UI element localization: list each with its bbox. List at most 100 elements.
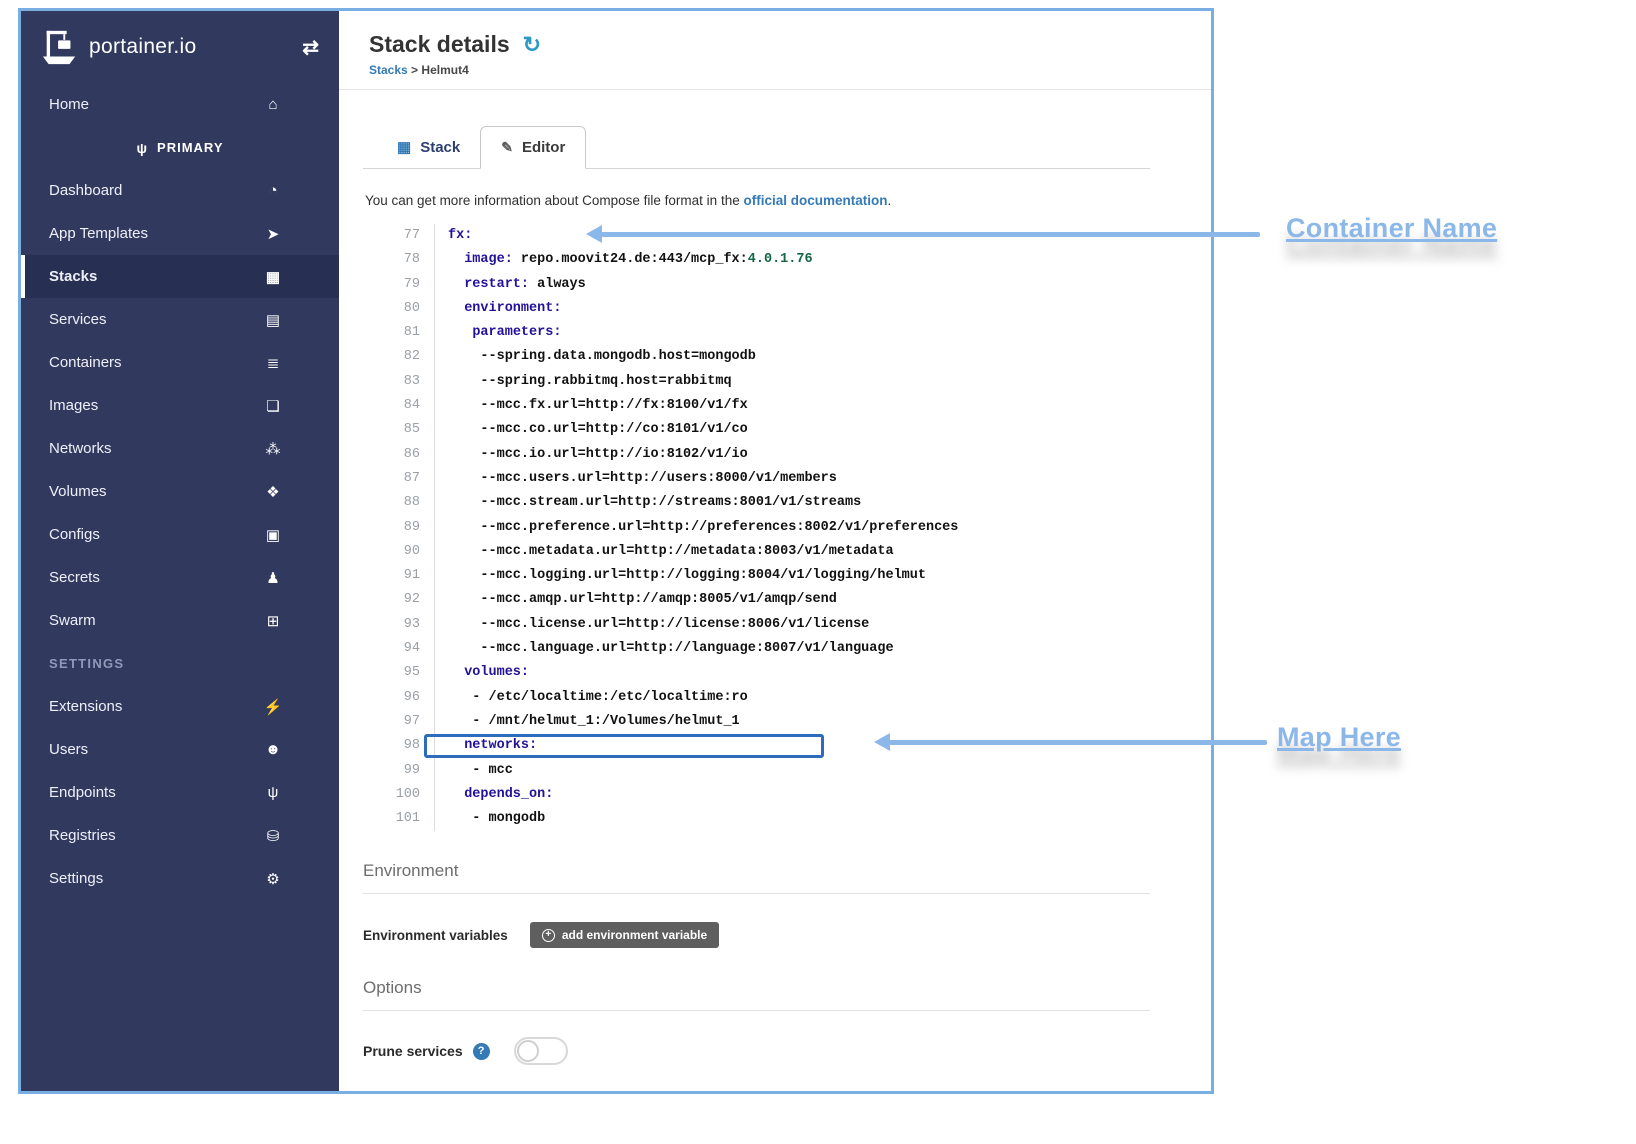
sidebar-item-extensions[interactable]: Extensions⚡ [21,685,339,728]
sidebar-item-users[interactable]: Users ☻ [21,728,339,771]
code-line-91[interactable]: 91 --mcc.logging.url=http://logging:8004… [363,564,1150,588]
sidebar-item-home[interactable]: Home⌂ [21,83,339,126]
sidebar-item-configs[interactable]: Configs▣ [21,513,339,556]
sidebar-item-containers[interactable]: Containers≣ [21,341,339,384]
sidebar-item-images[interactable]: Images❏ [21,384,339,427]
tab-stack-label: Stack [420,139,460,156]
add-environment-variable-button[interactable]: + add environment variable [530,922,719,948]
sidebar-item-label: Endpoints [49,784,116,801]
annotation-map-here: Map Here [1277,722,1401,753]
users-icon: ☻ [261,741,285,758]
sidebar-item-label: Secrets [49,569,100,586]
sidebar-collapse-icon[interactable]: ⇄ [302,35,319,60]
code-line-88[interactable]: 88 --mcc.stream.url=http://streams:8001/… [363,491,1150,515]
sidebar-item-label: Dashboard [49,182,122,199]
question-circle-icon[interactable]: ? [473,1043,490,1060]
code-line-79[interactable]: 79 restart: always [363,273,1150,297]
code-line-86[interactable]: 86 --mcc.io.url=http://io:8102/v1/io [363,443,1150,467]
line-number: 83 [363,370,435,394]
code-line-92[interactable]: 92 --mcc.amqp.url=http://amqp:8005/v1/am… [363,588,1150,612]
code-line-95[interactable]: 95 volumes: [363,661,1150,685]
sidebar-item-label: Stacks [49,268,97,285]
line-number: 77 [363,224,435,248]
code-line-96[interactable]: 96 - /etc/localtime:/etc/localtime:ro [363,686,1150,710]
code-text: restart: always [435,273,586,297]
code-line-81[interactable]: 81 parameters: [363,321,1150,345]
sidebar-item-settings[interactable]: Settings⚙ [21,857,339,900]
endpoint-plug-icon: ψ [261,784,285,801]
code-text: --spring.rabbitmq.host=rabbitmq [435,370,732,394]
sidebar-item-stacks[interactable]: Stacks ▦ [21,255,339,298]
refresh-icon[interactable]: ↻ [523,32,541,58]
code-text: --mcc.license.url=http://license:8006/v1… [435,613,869,637]
line-number: 99 [363,759,435,783]
code-line-87[interactable]: 87 --mcc.users.url=http://users:8000/v1/… [363,467,1150,491]
line-number: 94 [363,637,435,661]
pencil-icon: ✎ [501,139,513,156]
environment-heading: Environment [363,861,1150,894]
prune-services-label: Prune services [363,1043,463,1059]
sidebar-item-registries[interactable]: Registries⛁ [21,814,339,857]
content: ▦ Stack ✎ Editor You can get more inform… [339,90,1211,1091]
code-text: --mcc.users.url=http://users:8000/v1/mem… [435,467,837,491]
config-file-icon: ▣ [261,526,285,544]
environment-variables-row: Environment variables + add environment … [363,922,1150,948]
code-line-93[interactable]: 93 --mcc.license.url=http://license:8006… [363,613,1150,637]
sidebar-item-networks[interactable]: Networks⁂ [21,427,339,470]
breadcrumb: Stacks > Helmut4 [369,63,1211,89]
breadcrumb-separator: > [411,63,418,77]
sidebar-item-services[interactable]: Services▤ [21,298,339,341]
logo-text: portainer.io [89,35,197,59]
line-number: 79 [363,273,435,297]
line-number: 101 [363,807,435,831]
sidebar-item-label: Images [49,397,98,414]
sidebar-section-primary: ψPRIMARY [21,126,339,169]
sidebar-item-endpoints[interactable]: Endpoints ψ [21,771,339,814]
prune-services-toggle[interactable] [514,1037,568,1065]
official-documentation-link[interactable]: official documentation [743,193,887,208]
tab-stack[interactable]: ▦ Stack [377,126,480,168]
breadcrumb-stacks-link[interactable]: Stacks [369,63,408,77]
code-line-100[interactable]: 100 depends_on: [363,783,1150,807]
code-line-97[interactable]: 97 - /mnt/helmut_1:/Volumes/helmut_1 [363,710,1150,734]
compose-info-text: You can get more information about Compo… [365,193,1150,208]
gears-icon: ⚙ [261,870,285,888]
code-text: --mcc.logging.url=http://logging:8004/v1… [435,564,926,588]
line-number: 92 [363,588,435,612]
code-text: --spring.data.mongodb.host=mongodb [435,345,756,369]
options-heading: Options [363,978,1150,1011]
sidebar-item-volumes[interactable]: Volumes❖ [21,470,339,513]
tab-editor[interactable]: ✎ Editor [480,126,586,169]
sidebar-item-app-templates[interactable]: App Templates➤ [21,212,339,255]
sidebar-item-secrets[interactable]: Secrets♟ [21,556,339,599]
line-number: 85 [363,418,435,442]
code-line-101[interactable]: 101 - mongodb [363,807,1150,831]
sidebar-item-label: Networks [49,440,112,457]
code-line-89[interactable]: 89 --mcc.preference.url=http://preferenc… [363,516,1150,540]
code-line-78[interactable]: 78 image: repo.moovit24.de:443/mcp_fx:4.… [363,248,1150,272]
line-number: 87 [363,467,435,491]
stacks-icon: ▦ [261,268,285,286]
cubes-icon: ❖ [261,483,285,501]
line-number: 86 [363,443,435,467]
line-number: 80 [363,297,435,321]
code-line-80[interactable]: 80 environment: [363,297,1150,321]
networks-highlight-box [424,734,824,758]
sidebar-item-label: Users [49,741,88,758]
tab-bar: ▦ Stack ✎ Editor [363,126,1150,169]
code-line-83[interactable]: 83 --spring.rabbitmq.host=rabbitmq [363,370,1150,394]
sidebar-item-label: App Templates [49,225,148,242]
code-line-82[interactable]: 82 --spring.data.mongodb.host=mongodb [363,345,1150,369]
code-line-98[interactable]: 98 networks: [363,734,1150,758]
database-icon: ⛁ [261,827,285,845]
code-line-90[interactable]: 90 --mcc.metadata.url=http://metadata:80… [363,540,1150,564]
container-name-arrow [601,232,1260,237]
code-line-85[interactable]: 85 --mcc.co.url=http://co:8101/v1/co [363,418,1150,442]
sidebar-item-swarm[interactable]: Swarm⊞ [21,599,339,642]
code-line-84[interactable]: 84 --mcc.fx.url=http://fx:8100/v1/fx [363,394,1150,418]
sidebar-label-settings: SETTINGS [21,642,339,685]
code-line-94[interactable]: 94 --mcc.language.url=http://language:80… [363,637,1150,661]
code-text: --mcc.stream.url=http://streams:8001/v1/… [435,491,861,515]
code-line-99[interactable]: 99 - mcc [363,759,1150,783]
sidebar-item-dashboard[interactable]: Dashboard◔ [21,169,339,212]
